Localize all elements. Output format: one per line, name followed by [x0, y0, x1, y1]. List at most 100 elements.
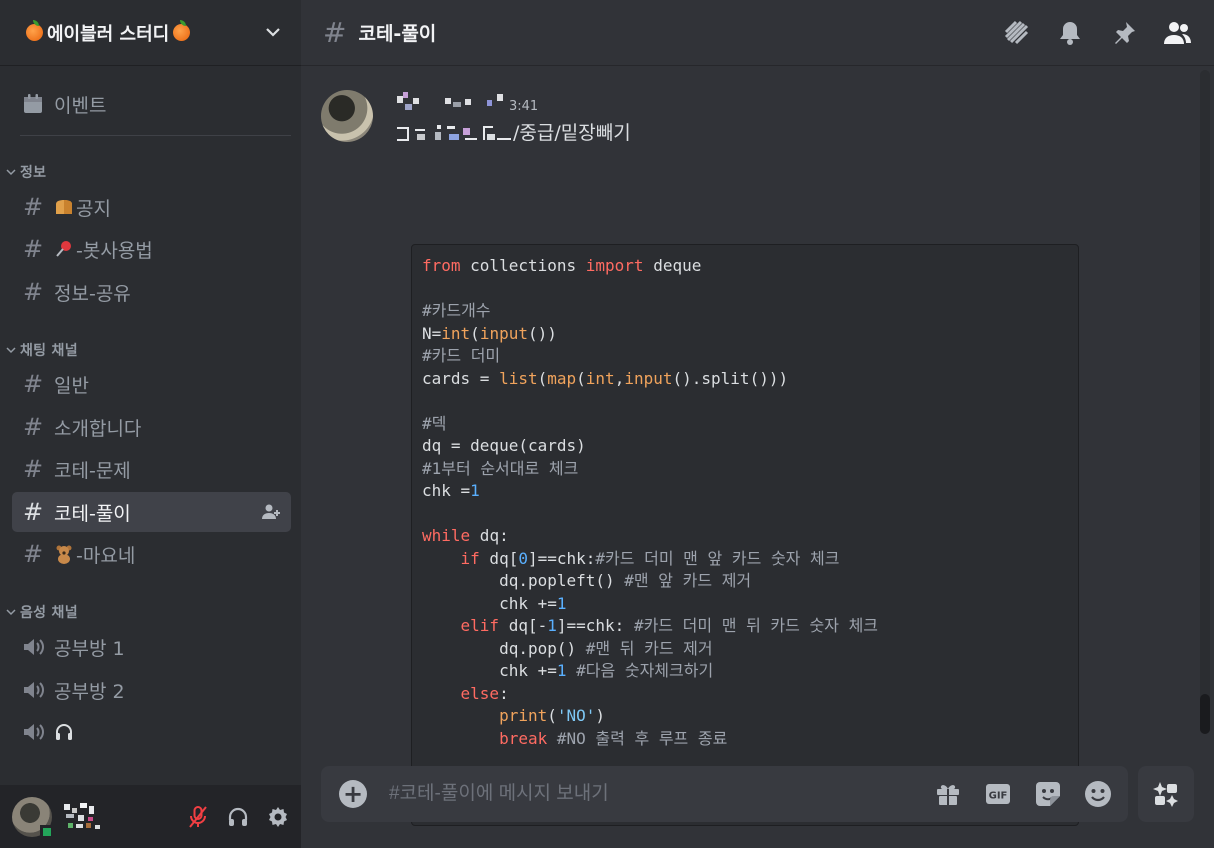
code-line: N=int(input()): [422, 323, 557, 343]
category-info[interactable]: 정보: [6, 162, 46, 182]
channel-item-coding-problems[interactable]: # 코테-문제: [12, 449, 291, 489]
channel-name: 정보-공유: [54, 282, 131, 305]
apps-button[interactable]: [1138, 766, 1194, 822]
gift-icon[interactable]: [934, 780, 962, 808]
apps-icon: [1153, 782, 1178, 807]
microphone-muted-icon[interactable]: [187, 805, 209, 828]
channel-name: 일반: [54, 374, 89, 397]
gif-button[interactable]: GIF: [984, 780, 1012, 808]
events-item[interactable]: 이벤트: [12, 84, 291, 124]
channel-name: 공지: [76, 197, 111, 220]
category-label: 음성 채널: [20, 605, 78, 621]
code-line: break #NO 출력 후 루프 종료: [499, 728, 728, 748]
server-header[interactable]: 에이블러 스터디: [0, 0, 301, 66]
code-line: chk +=1: [422, 593, 567, 613]
channel-list: 이벤트 정보 # 공지 # -봇사용법 # 정보-공유 채팅 채널 # 일반 #…: [0, 66, 301, 785]
hash-icon: #: [22, 540, 44, 568]
code-line: else:: [460, 683, 509, 703]
channel-title: 코테-풀이: [358, 23, 437, 45]
code-line: chk +=1 #다음 숫자체크하기: [422, 661, 714, 680]
channel-sidebar: 에이블러 스터디 이벤트 정보 # 공지 # -봇사용법 # 정보-공유 채팅 …: [0, 0, 301, 848]
user-panel: [0, 785, 301, 848]
user-controls: [187, 805, 289, 828]
category-voice-channels[interactable]: 음성 채널: [6, 602, 78, 622]
emoji-icon[interactable]: [1084, 780, 1112, 808]
channel-item-info-share[interactable]: # 정보-공유: [12, 272, 291, 312]
channel-item-introductions[interactable]: # 소개합니다: [12, 407, 291, 447]
tangerine-emoji: [173, 20, 191, 41]
chevron-down-icon: [6, 169, 16, 176]
tangerine-emoji: [26, 20, 43, 41]
message-content: /중급/밑장빼기: [397, 118, 631, 145]
message-input[interactable]: [389, 783, 934, 805]
channel-item-general[interactable]: # 일반: [12, 364, 291, 404]
add-attachment-button[interactable]: +: [339, 780, 367, 808]
username-pixelated[interactable]: [62, 800, 112, 834]
bread-emoji: [54, 197, 74, 217]
avatar[interactable]: [12, 796, 54, 839]
code-line: #덱: [422, 413, 447, 433]
code-line: elif dq[-1]==chk: #카드 더미 맨 뒤 카드 숫자 체크: [460, 616, 879, 635]
channel-item-coding-solutions[interactable]: # 코테-풀이: [12, 492, 291, 532]
channel-name: 코테-문제: [54, 459, 131, 482]
headphones-emoji: [54, 722, 74, 742]
voice-channel-headphones[interactable]: [12, 712, 291, 752]
composer-toolbar: GIF: [934, 780, 1112, 808]
server-name: 에이블러 스터디: [24, 20, 265, 46]
hash-icon: #: [323, 16, 347, 49]
hash-icon: #: [22, 498, 44, 526]
sticker-icon[interactable]: [1034, 780, 1062, 808]
code-line: print('NO'): [499, 706, 606, 725]
channel-header: # 코테-풀이: [301, 0, 1214, 66]
message-composer: + GIF: [321, 766, 1128, 822]
chevron-down-icon: [6, 609, 16, 616]
invite-member-icon[interactable]: [261, 503, 281, 521]
hash-icon: #: [22, 278, 44, 306]
speaker-icon: [22, 722, 44, 742]
bell-icon[interactable]: [1056, 19, 1084, 47]
hash-icon: #: [22, 235, 44, 263]
channel-item-notice[interactable]: # 공지: [12, 187, 291, 227]
code-line: from collections import deque: [422, 256, 702, 275]
category-label: 정보: [20, 165, 47, 181]
avatar[interactable]: [321, 90, 373, 142]
channel-name: -마요네: [76, 544, 136, 567]
channel-item-mayone[interactable]: # -마요네: [12, 534, 291, 574]
code-line: if dq[0]==chk:#카드 더미 맨 앞 카드 숫자 체크: [460, 548, 840, 568]
code-content: from collections import deque #카드개수 N=int…: [422, 255, 1068, 818]
message-author-pixelated[interactable]: [397, 92, 507, 114]
code-line: dq.popleft() #맨 앞 카드 제거: [422, 571, 752, 590]
events-label: 이벤트: [54, 94, 107, 117]
code-line: #카드 더미: [422, 346, 501, 365]
hash-icon: #: [22, 455, 44, 483]
scrollbar[interactable]: [1200, 70, 1210, 734]
chevron-down-icon[interactable]: [265, 25, 281, 41]
server-name-text: 에이블러 스터디: [47, 23, 170, 45]
category-text-channels[interactable]: 채팅 채널: [6, 340, 78, 360]
code-line: dq.pop() #맨 뒤 카드 제거: [422, 638, 713, 658]
speaker-icon: [22, 637, 44, 657]
code-line: cards = list(map(int,input().split())): [422, 368, 789, 388]
channel-name: 코테-풀이: [54, 502, 131, 525]
message-text: /중급/밑장빼기: [513, 122, 631, 144]
channel-name: 소개합니다: [54, 417, 142, 440]
channel-item-bot-usage[interactable]: # -봇사용법: [12, 229, 291, 269]
code-block: from collections import deque #카드개수 N=int…: [411, 244, 1079, 826]
code-line: while dq:: [422, 526, 509, 545]
headphones-icon[interactable]: [227, 806, 249, 828]
voice-channel-study-room-2[interactable]: 공부방 2: [12, 670, 291, 710]
redacted-text: [397, 122, 513, 142]
threads-icon[interactable]: [1002, 19, 1030, 47]
pin-icon[interactable]: [1110, 19, 1138, 47]
member-list-icon[interactable]: [1164, 19, 1192, 47]
gear-icon[interactable]: [267, 806, 289, 828]
voice-channel-study-room-1[interactable]: 공부방 1: [12, 627, 291, 667]
code-line: chk =1: [422, 481, 480, 500]
divider: [20, 135, 291, 136]
scrollbar-thumb[interactable]: [1200, 694, 1210, 734]
gif-label: GIF: [989, 791, 1008, 802]
pushpin-emoji: [54, 239, 74, 259]
